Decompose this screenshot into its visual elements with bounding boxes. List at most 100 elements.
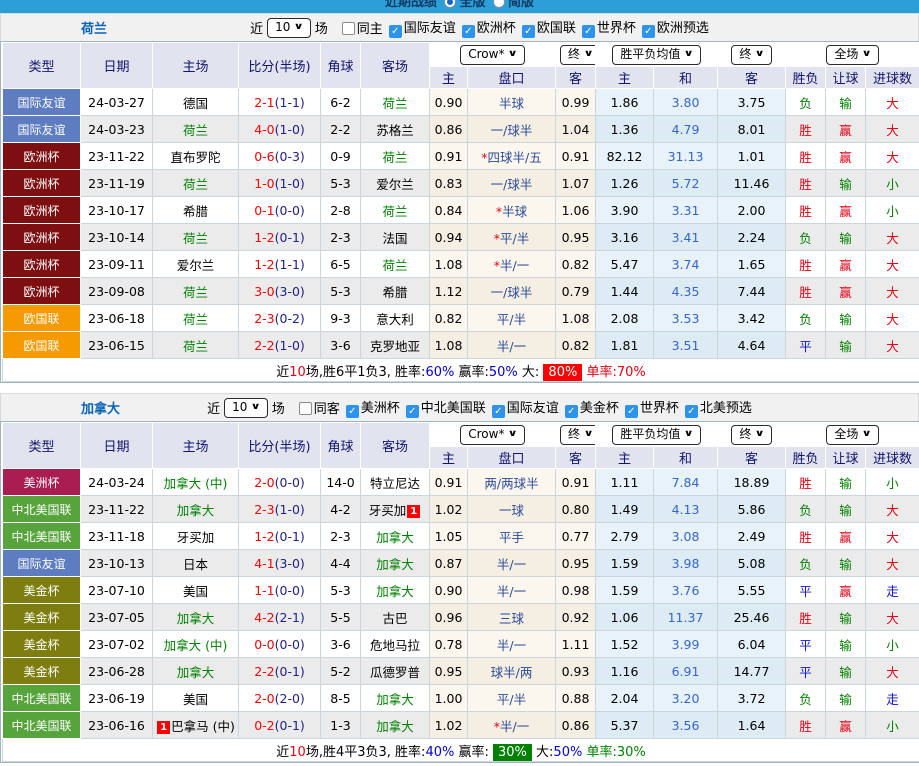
summary-segment: 赢率: [454, 364, 489, 380]
table-row: 欧洲杯 23-11-22 直布罗陀 0-6(0-3) 0-9 荷兰 0.91 *四球半/五 0.… [2, 142, 919, 170]
checkbox-icon[interactable]: ✓ [521, 25, 535, 38]
checkbox-icon[interactable]: ✓ [405, 405, 419, 418]
avg-type-select[interactable]: 胜平负均值 ∨ [612, 44, 701, 65]
odds-stage-value: 终 [568, 47, 581, 61]
cell-league: 美金杯 [2, 657, 81, 685]
cell-goals: 大 [865, 549, 919, 577]
checkbox-icon[interactable]: ✓ [581, 25, 595, 38]
cell-handicap: 半/一 [467, 549, 556, 577]
full-time-score: 2-3 [254, 310, 275, 326]
cell-handicap-result: 输 [825, 169, 867, 197]
table-row: 中北美国联 23-06-19 美国 2-0(2-0) 8-5 加拿大 1.00 平/半 0.88… [2, 684, 919, 712]
summary-segment: 10 [289, 744, 306, 760]
cell-date: 23-06-19 [80, 684, 153, 712]
cell-corners: 5-3 [320, 277, 361, 305]
scope-select[interactable]: 全场 ∨ [826, 44, 879, 65]
cell-date: 23-09-08 [80, 277, 153, 305]
full-time-score: 4-1 [254, 555, 275, 571]
asterisk-icon: * [481, 149, 488, 165]
cell-date: 23-11-19 [80, 169, 153, 197]
radio-simple-version[interactable] [493, 0, 506, 8]
competition-label: 欧洲预选 [656, 21, 709, 36]
col-avg-away: 客 [717, 66, 787, 89]
asterisk-icon: * [493, 230, 501, 246]
cell-avg-draw: 31.13 [652, 142, 719, 170]
checkbox-icon[interactable]: ✓ [491, 405, 505, 418]
checkbox-icon[interactable]: ✓ [624, 405, 638, 418]
odds-stage-select[interactable]: 终 ∨ [560, 424, 595, 445]
recent-count-select[interactable]: 10 ∨ [224, 397, 268, 418]
cell-avg-draw: 4.79 [652, 115, 719, 143]
same-venue-label: 同主 [356, 22, 383, 37]
checkbox-icon[interactable] [341, 22, 355, 35]
cell-score: 2-2(1-0) [238, 331, 321, 359]
cell-away-odds: 0.82 [555, 331, 596, 359]
checkbox-icon[interactable]: ✓ [461, 25, 475, 38]
cell-result: 负 [785, 223, 827, 251]
cell-handicap-result: 输 [825, 331, 867, 359]
avg-stage-select[interactable]: 终 ∨ [731, 44, 772, 65]
odds-company-select[interactable]: Crow* ∨ [460, 424, 525, 445]
cell-goals: 小 [865, 630, 919, 658]
cell-date: 23-07-10 [80, 576, 153, 604]
cell-goals: 大 [865, 223, 919, 251]
cell-league: 中北美国联 [2, 711, 81, 739]
cell-result: 胜 [785, 603, 827, 631]
cell-league: 美金杯 [2, 576, 81, 604]
cell-result: 平 [785, 657, 827, 685]
table-row: 欧国联 23-06-15 荷兰 2-2(1-0) 3-6 克罗地亚 1.08 半/一 0.82 1… [2, 331, 919, 359]
cell-avg-home: 1.11 [595, 468, 654, 496]
avg-stage-select[interactable]: 终 ∨ [731, 424, 772, 445]
cell-avg-draw: 3.56 [652, 711, 719, 739]
checkbox-icon[interactable]: ✓ [684, 405, 698, 418]
cell-away-odds: 0.98 [555, 576, 596, 604]
odds-stage-select[interactable]: 终 ∨ [560, 44, 595, 65]
cell-avg-draw: 5.72 [652, 169, 719, 197]
cell-away-team: 危地马拉 [360, 630, 430, 658]
cell-score: 1-2(0-1) [238, 522, 321, 550]
cell-avg-draw: 3.76 [652, 576, 719, 604]
cell-home-team: 德国 [152, 88, 239, 116]
cell-handicap: 两/两球半 [467, 468, 556, 496]
checkbox-icon[interactable] [298, 402, 312, 415]
cell-goals: 大 [865, 603, 919, 631]
cell-avg-draw: 3.80 [652, 88, 719, 116]
cell-home-odds: 1.02 [429, 495, 468, 523]
summary-segment: 50% [488, 364, 518, 380]
checkbox-icon[interactable]: ✓ [564, 405, 578, 418]
competition-label: 国际友谊 [506, 401, 559, 416]
chevron-down-icon: ∨ [861, 429, 873, 439]
cell-avg-away: 7.44 [717, 277, 787, 305]
cell-date: 24-03-24 [80, 468, 153, 496]
scope-select[interactable]: 全场 ∨ [826, 424, 879, 445]
recent-count-select[interactable]: 10 ∨ [267, 17, 311, 38]
checkbox-icon[interactable]: ✓ [388, 25, 402, 38]
checkbox-icon[interactable]: ✓ [345, 405, 359, 418]
cell-league: 欧洲杯 [2, 196, 81, 224]
cell-avg-away: 2.24 [717, 223, 787, 251]
cell-score: 1-1(0-0) [238, 576, 321, 604]
competition-filter: ✓ 欧洲预选 [641, 21, 709, 38]
cell-avg-home: 1.49 [595, 495, 654, 523]
table-row: 美金杯 23-07-02 加拿大 (中) 0-0(0-0) 3-6 危地马拉 0.78 半/一… [2, 630, 919, 658]
cell-home-odds: 0.86 [429, 115, 468, 143]
col-avg-draw: 和 [652, 446, 719, 469]
table-row: 欧国联 23-06-18 荷兰 2-3(0-2) 9-3 意大利 0.82 平/半 1.08 2.… [2, 304, 919, 332]
section-header-bar: 荷兰 近 10 ∨ 场 同主 ✓ 国际友谊 ✓ 欧洲杯 ✓ 欧国联 ✓ 世界杯 ✓ 欧洲预选 [0, 13, 919, 41]
cell-date: 23-09-11 [80, 250, 153, 278]
cell-corners: 9-3 [320, 304, 361, 332]
avg-type-select[interactable]: 胜平负均值 ∨ [612, 424, 701, 445]
team-section: 加拿大 近 10 ∨ 场 同客 ✓ 美洲杯 ✓ 中北美国联 ✓ 国际友谊 ✓ 美金杯 ✓ 世界杯 ✓ 北… [0, 393, 919, 763]
cell-avg-draw: 4.13 [652, 495, 719, 523]
cell-avg-away: 5.86 [717, 495, 787, 523]
cell-corners: 14-0 [320, 468, 361, 496]
half-time-score: (2-0) [274, 690, 305, 706]
odds-company-select[interactable]: Crow* ∨ [460, 44, 525, 65]
cell-score: 4-2(2-1) [238, 603, 321, 631]
radio-full-version[interactable] [444, 0, 457, 8]
cell-league: 国际友谊 [2, 88, 81, 116]
cell-date: 23-10-14 [80, 223, 153, 251]
checkbox-icon[interactable]: ✓ [641, 25, 655, 38]
competition-filter: ✓ 世界杯 [581, 21, 636, 38]
